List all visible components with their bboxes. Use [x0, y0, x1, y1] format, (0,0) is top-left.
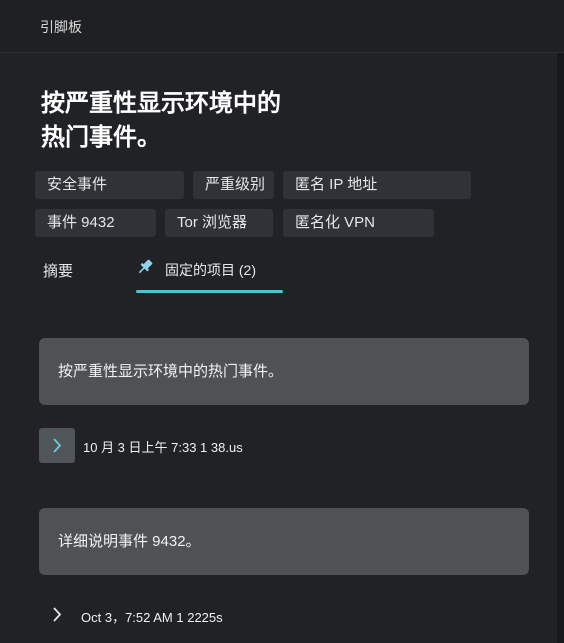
pinned-card-1[interactable]: 按严重性显示环境中的热门事件。: [39, 338, 529, 405]
chip-anonymous-ip[interactable]: 匿名 IP 地址: [283, 171, 471, 199]
active-tab-indicator: [136, 290, 283, 293]
chip-security-incident[interactable]: 安全事件: [35, 171, 184, 199]
pinned-timestamp: Oct 3，7:52 AM 1 2225s: [81, 610, 223, 625]
expand-button[interactable]: [39, 428, 75, 463]
chip-severity[interactable]: 严重级别: [193, 171, 274, 199]
chevron-right-icon[interactable]: [51, 606, 63, 623]
chip-anonymizing-vpn[interactable]: 匿名化 VPN: [283, 209, 434, 237]
chip-tor-browser[interactable]: Tor 浏览器: [165, 209, 273, 237]
chip-incident-9432[interactable]: 事件 9432: [35, 209, 156, 237]
pin-icon: [138, 259, 153, 274]
chevron-right-icon: [53, 438, 62, 453]
panel-edge: [557, 53, 564, 643]
tab-pinned-items[interactable]: 固定的项目 (2): [165, 260, 256, 280]
pinned-card-text: 按严重性显示环境中的热门事件。: [58, 363, 284, 380]
page-title: 按严重性显示环境中的热门事件。: [41, 90, 281, 151]
pinned-card-text: 详细说明事件 9432。: [58, 533, 201, 550]
pinned-card-2[interactable]: 详细说明事件 9432。: [39, 508, 529, 575]
pinned-timestamp: 10 月 3 日上午 7:33 1 38.us: [83, 440, 243, 455]
top-bar: 引脚板: [0, 0, 564, 53]
tab-summary[interactable]: 摘要: [43, 260, 73, 281]
pinboard-title: 引脚板: [40, 19, 82, 35]
